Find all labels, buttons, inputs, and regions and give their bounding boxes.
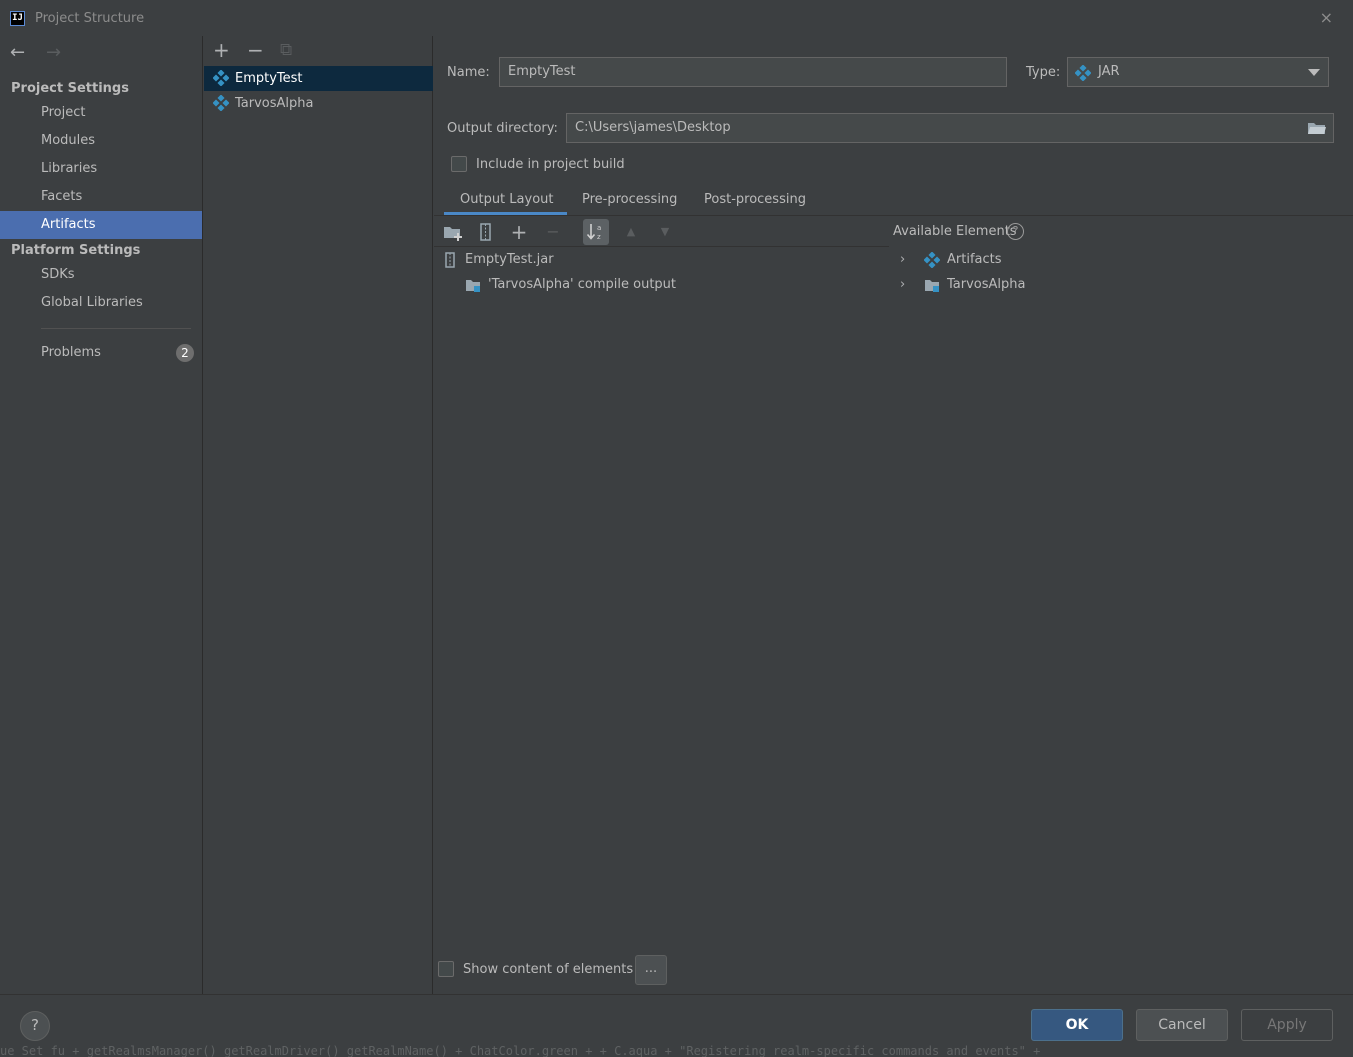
background-editor-text: ue Set fu + getRealmsManager() getRealmD… — [0, 1044, 1041, 1057]
include-in-build-label: Include in project build — [476, 157, 625, 172]
available-artifacts-label: Artifacts — [947, 252, 1002, 267]
title-bar: IJ Project Structure × — [0, 0, 1353, 36]
available-node-artifacts[interactable]: › Artifacts — [900, 248, 1002, 272]
move-down-icon[interactable]: ▼ — [652, 219, 678, 245]
module-output-icon — [466, 280, 480, 292]
name-label: Name: — [447, 65, 490, 80]
remove-element-icon[interactable]: − — [540, 219, 566, 245]
copy-artifact-icon[interactable]: ⧉ — [280, 39, 292, 61]
module-folder-icon — [925, 280, 939, 292]
ok-button[interactable]: OK — [1031, 1009, 1123, 1041]
artifact-name: EmptyTest — [235, 71, 303, 86]
output-layout-header-divider — [434, 246, 889, 247]
chevron-down-icon — [1308, 69, 1320, 76]
add-element-icon[interactable]: + — [506, 219, 532, 245]
archive-icon[interactable] — [473, 219, 499, 245]
problems-label: Problems — [41, 345, 101, 360]
artifact-config-panel: Name: EmptyTest Type: JAR Output directo… — [434, 36, 1353, 994]
nav-item-facets[interactable]: Facets — [0, 183, 202, 211]
close-icon[interactable]: × — [1320, 8, 1333, 27]
output-directory-field[interactable]: C:\Users\james\Desktop — [566, 113, 1334, 143]
output-directory-label: Output directory: — [447, 121, 558, 136]
artifact-list-toolbar: + − ⧉ — [204, 36, 433, 64]
artifact-type-combo[interactable]: JAR — [1067, 57, 1329, 87]
svg-text:z: z — [597, 233, 601, 241]
artifact-icon — [213, 70, 229, 86]
chevron-right-icon[interactable]: › — [900, 248, 905, 272]
output-layout-toolbar: + − a z ▲ ▼ — [440, 219, 880, 245]
nav-item-libraries[interactable]: Libraries — [0, 155, 202, 183]
new-directory-icon[interactable] — [440, 219, 466, 245]
type-label: Type: — [1026, 65, 1061, 80]
jar-artifact-icon — [1075, 65, 1091, 81]
forward-arrow-icon[interactable]: → — [46, 42, 61, 63]
jar-node-label: EmptyTest.jar — [465, 252, 554, 267]
include-in-build-checkbox[interactable] — [451, 156, 467, 172]
project-settings-header: Project Settings — [11, 81, 129, 96]
help-icon[interactable]: ? — [1007, 223, 1024, 240]
intellij-app-icon: IJ — [10, 11, 25, 26]
artifact-list-item[interactable]: EmptyTest — [204, 66, 433, 91]
dialog-footer: ? OK Cancel Apply ue Set fu + getRealmsM… — [0, 994, 1353, 1057]
nav-item-artifacts[interactable]: Artifacts — [0, 211, 202, 239]
nav-item-modules[interactable]: Modules — [0, 127, 202, 155]
artifact-name-field[interactable]: EmptyTest — [499, 57, 1007, 87]
compile-output-label: 'TarvosAlpha' compile output — [488, 277, 677, 292]
tree-node-jar[interactable]: EmptyTest.jar — [442, 248, 554, 272]
move-up-icon[interactable]: ▲ — [618, 219, 644, 245]
output-directory-value: C:\Users\james\Desktop — [575, 120, 731, 135]
cancel-button[interactable]: Cancel — [1136, 1009, 1228, 1041]
tree-node-compile-output[interactable]: 'TarvosAlpha' compile output — [465, 273, 676, 297]
available-node-module[interactable]: › TarvosAlpha — [900, 273, 1025, 297]
artifact-type-value: JAR — [1098, 64, 1120, 79]
artifact-list-panel: + − ⧉ EmptyTest TarvosAlpha — [204, 36, 433, 994]
available-elements-label: Available Elements — [893, 224, 1017, 239]
remove-artifact-icon[interactable]: − — [247, 39, 264, 61]
jar-icon — [445, 252, 455, 268]
nav-divider — [41, 328, 191, 329]
problems-count-badge: 2 — [176, 344, 194, 362]
svg-text:a: a — [597, 224, 601, 232]
artifact-icon — [924, 252, 940, 268]
apply-button[interactable]: Apply — [1241, 1009, 1333, 1041]
nav-item-project[interactable]: Project — [0, 99, 202, 127]
add-artifact-icon[interactable]: + — [213, 39, 230, 61]
nav-item-problems[interactable]: Problems 2 — [0, 339, 202, 367]
settings-nav: ← → Project Settings Project Modules Lib… — [0, 36, 203, 994]
browse-folder-icon[interactable] — [1307, 120, 1327, 136]
artifact-name: TarvosAlpha — [235, 96, 314, 111]
help-button[interactable]: ? — [20, 1011, 50, 1041]
sort-alphabetically-icon[interactable]: a z — [583, 219, 609, 245]
ellipsis-button[interactable]: ... — [635, 955, 667, 985]
show-content-checkbox[interactable] — [438, 961, 454, 977]
back-arrow-icon[interactable]: ← — [10, 42, 25, 63]
tab-divider — [434, 215, 1353, 216]
available-module-label: TarvosAlpha — [947, 277, 1026, 292]
show-content-label: Show content of elements — [463, 962, 634, 977]
artifact-list-item[interactable]: TarvosAlpha — [204, 91, 433, 116]
artifact-icon — [213, 95, 229, 111]
nav-item-global-libraries[interactable]: Global Libraries — [0, 289, 202, 317]
window-title: Project Structure — [35, 11, 145, 26]
chevron-right-icon[interactable]: › — [900, 273, 905, 297]
nav-item-sdks[interactable]: SDKs — [0, 261, 202, 289]
platform-settings-header: Platform Settings — [11, 243, 141, 258]
